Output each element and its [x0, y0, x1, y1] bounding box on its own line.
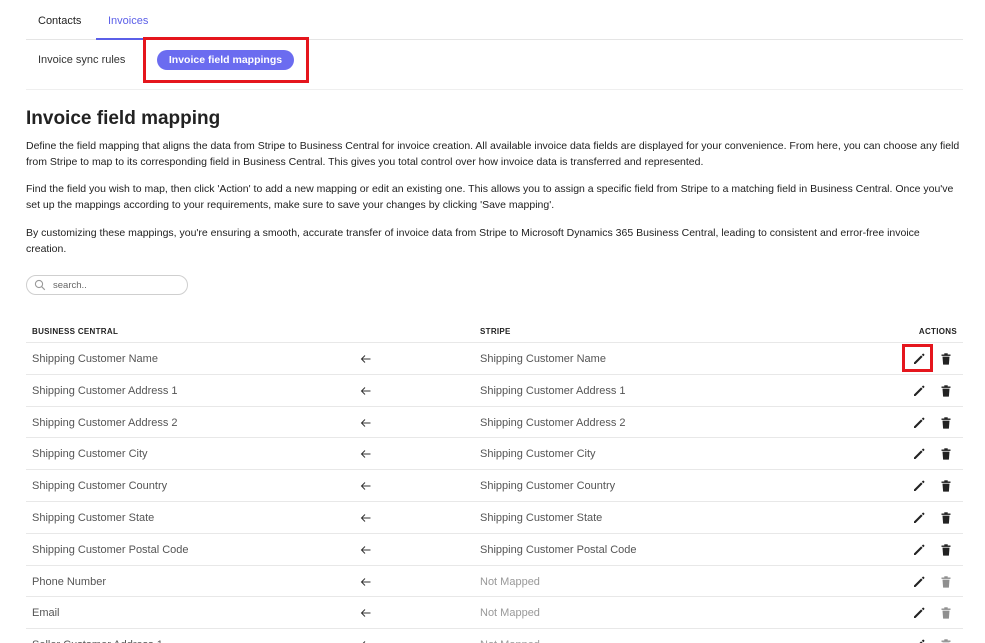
- header-business-central: BUSINESS CENTRAL: [32, 327, 119, 336]
- trash-icon[interactable]: [939, 479, 953, 493]
- invoice-subnav: Invoice sync rules Invoice field mapping…: [26, 37, 963, 90]
- subnav-invoice-field-mappings[interactable]: Invoice field mappings: [157, 50, 294, 70]
- business-central-field: Shipping Customer Address 2: [32, 416, 178, 429]
- trash-icon[interactable]: [939, 352, 953, 366]
- table-row: Shipping Customer Postal Code Shipping C…: [26, 534, 963, 566]
- stripe-field: Shipping Customer Address 1: [480, 384, 626, 397]
- arrow-left-icon: [360, 418, 371, 427]
- tab-contacts[interactable]: Contacts: [38, 15, 81, 27]
- pencil-icon[interactable]: [912, 511, 926, 525]
- tab-invoices[interactable]: Invoices: [108, 15, 148, 27]
- highlight-box-field-mappings: Invoice field mappings: [143, 37, 309, 83]
- stripe-field: Not Mapped: [480, 607, 540, 620]
- arrow-left-icon: [362, 641, 366, 643]
- stripe-field: Not Mapped: [480, 639, 540, 643]
- table-row: Shipping Customer City Shipping Customer…: [26, 438, 963, 471]
- pencil-icon[interactable]: [912, 638, 926, 643]
- stripe-field: Not Mapped: [480, 575, 540, 588]
- trash-icon[interactable]: [939, 638, 953, 643]
- table-row: Seller Customer Address 1 Not Mapped: [26, 629, 963, 643]
- search-icon: [34, 279, 46, 291]
- description-paragraph-1: Define the field mapping that aligns the…: [26, 140, 960, 168]
- arrow-left-icon: [360, 482, 371, 491]
- subnav-invoice-sync-rules[interactable]: Invoice sync rules: [38, 54, 125, 66]
- pencil-icon[interactable]: [912, 606, 926, 620]
- arrow-left-icon: [360, 514, 371, 522]
- stripe-field: Shipping Customer Address 2: [480, 416, 626, 429]
- pencil-icon[interactable]: [912, 543, 926, 557]
- stripe-field: Shipping Customer State: [480, 511, 603, 524]
- trash-icon[interactable]: [939, 543, 953, 557]
- arrow-left-icon: [360, 355, 371, 363]
- business-central-field: Shipping Customer Country: [32, 480, 168, 493]
- search-input[interactable]: [53, 278, 183, 293]
- trash-icon[interactable]: [939, 416, 953, 430]
- table-row: Email Not Mapped: [26, 597, 963, 630]
- stripe-field: Shipping Customer Name: [480, 353, 606, 365]
- trash-icon[interactable]: [939, 575, 953, 589]
- description-paragraph-2: Find the field you wish to map, then cli…: [26, 183, 954, 211]
- table-row: Shipping Customer State Shipping Custome…: [26, 502, 963, 534]
- trash-icon[interactable]: [939, 447, 953, 461]
- table-row: Phone Number Not Mapped: [26, 566, 963, 598]
- search-box[interactable]: [26, 275, 188, 295]
- business-central-field: Email: [32, 607, 60, 620]
- table-row: Shipping Customer Address 1 Shipping Cus…: [26, 375, 963, 407]
- pencil-icon[interactable]: [912, 384, 926, 398]
- arrow-left-icon: [360, 450, 371, 459]
- trash-icon[interactable]: [939, 384, 953, 398]
- field-mapping-table: BUSINESS CENTRAL STRIPE ACTIONS Shipping…: [26, 318, 963, 643]
- pencil-icon[interactable]: [912, 447, 926, 461]
- top-tabs: Contacts Invoices: [26, 0, 963, 40]
- arrow-left-icon: [360, 609, 371, 618]
- business-central-field: Seller Customer Address 1: [32, 639, 163, 643]
- table-row: Shipping Customer Name Shipping Customer…: [26, 343, 963, 375]
- table-header: BUSINESS CENTRAL STRIPE ACTIONS: [26, 318, 963, 343]
- business-central-field: Phone Number: [32, 575, 106, 588]
- trash-icon[interactable]: [939, 511, 953, 525]
- pencil-icon[interactable]: [912, 575, 926, 589]
- header-actions: ACTIONS: [918, 327, 957, 336]
- business-central-field: Shipping Customer City: [32, 448, 148, 461]
- pencil-icon[interactable]: [912, 416, 926, 430]
- pencil-icon[interactable]: [912, 479, 926, 493]
- arrow-left-icon: [360, 386, 371, 395]
- table-row: Shipping Customer Address 2 Shipping Cus…: [26, 407, 963, 439]
- stripe-field: Shipping Customer City: [480, 448, 596, 461]
- arrow-left-icon: [360, 577, 371, 586]
- trash-icon[interactable]: [939, 606, 953, 620]
- business-central-field: Shipping Customer State: [32, 511, 155, 524]
- business-central-field: Shipping Customer Postal Code: [32, 543, 189, 556]
- table-row: Shipping Customer Country Shipping Custo…: [26, 470, 963, 502]
- arrow-left-icon: [360, 545, 371, 554]
- table-body: Shipping Customer Name Shipping Customer…: [26, 343, 963, 643]
- description-paragraph-3: By customizing these mappings, you're en…: [26, 227, 920, 255]
- highlight-box-edit: [902, 344, 933, 372]
- stripe-field: Shipping Customer Postal Code: [480, 543, 637, 556]
- header-stripe: STRIPE: [480, 327, 511, 336]
- stripe-field: Shipping Customer Country: [480, 480, 616, 493]
- business-central-field: Shipping Customer Name: [32, 353, 158, 365]
- page-title: Invoice field mapping: [26, 108, 221, 129]
- business-central-field: Shipping Customer Address 1: [32, 384, 178, 397]
